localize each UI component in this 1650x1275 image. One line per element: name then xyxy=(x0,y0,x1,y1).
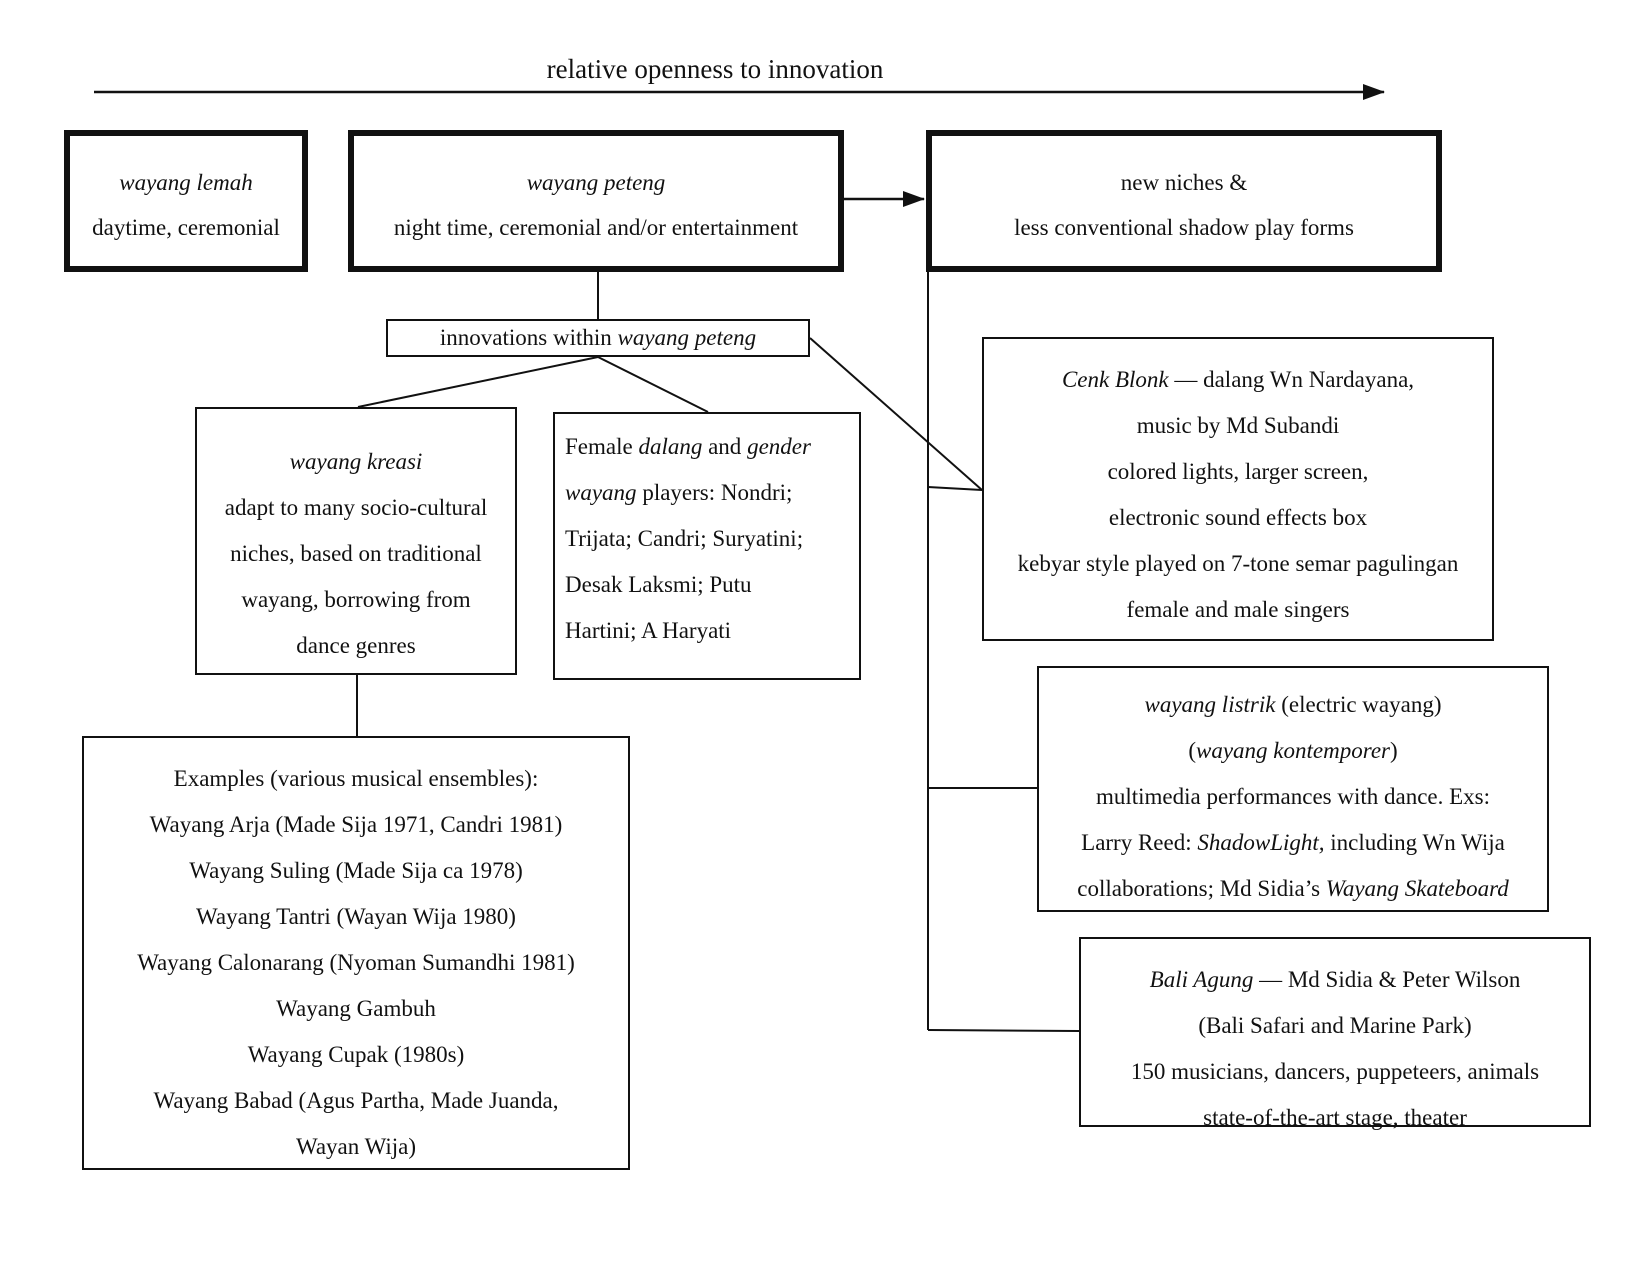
node-text: — Md Sidia & Peter Wilson xyxy=(1253,967,1521,992)
example-item: Wayang Tantri (Wayan Wija 1980) xyxy=(196,904,516,929)
node-line: female and male singers xyxy=(1126,597,1350,622)
node-text: innovations within xyxy=(439,325,618,350)
node-text: players: Nondri; xyxy=(636,480,793,505)
example-item: Wayang Gambuh xyxy=(276,996,436,1021)
node-text-italic: wayang peteng xyxy=(617,325,757,350)
node-line: adapt to many socio-cultural xyxy=(224,495,488,520)
node-wayang-listrik: wayang listrik (electric wayang) (wayang… xyxy=(1037,666,1549,912)
node-line: dance genres xyxy=(296,633,416,658)
node-line: electronic sound effects box xyxy=(1108,505,1368,530)
node-title: wayang peteng xyxy=(526,170,666,195)
node-title: wayang kreasi xyxy=(289,449,423,474)
node-text: including Wn Wija xyxy=(1324,830,1505,855)
example-item: Wayan Wija) xyxy=(295,1134,417,1159)
node-line: 150 musicians, dancers, puppeteers, anim… xyxy=(1130,1059,1540,1084)
node-line: kebyar style played on 7-tone semar pagu… xyxy=(1017,551,1459,576)
node-text-italic: gender xyxy=(747,434,811,459)
node-line: wayang, borrowing from xyxy=(241,587,471,612)
node-examples: Examples (various musical ensembles): Wa… xyxy=(82,736,630,1170)
node-text: Female xyxy=(565,434,639,459)
example-item: Wayang Arja (Made Sija 1971, Candri 1981… xyxy=(149,812,563,837)
node-desc: night time, ceremonial and/or entertainm… xyxy=(393,215,799,240)
node-text-italic: wayang kontemporer xyxy=(1196,738,1390,763)
node-line: colored lights, larger screen, xyxy=(1107,459,1369,484)
node-wayang-kreasi: wayang kreasi adapt to many socio-cultur… xyxy=(195,407,517,675)
node-line: state-of-the-art stage, theater xyxy=(1203,1105,1467,1130)
node-line: less conventional shadow play forms xyxy=(1014,215,1354,240)
example-item: Wayang Suling (Made Sija ca 1978) xyxy=(189,858,523,883)
node-female-dalang: Female dalang and gender wayang players:… xyxy=(553,412,861,680)
node-title: Cenk Blonk xyxy=(1061,367,1169,392)
edge-niches-to-bali xyxy=(927,1029,1080,1032)
node-text: Larry Reed: xyxy=(1081,830,1198,855)
axis-label: relative openness to innovation xyxy=(546,54,884,84)
node-new-niches: new niches & less conventional shadow pl… xyxy=(926,130,1442,272)
node-line: Hartini; A Haryati xyxy=(565,618,732,643)
node-title: wayang lemah xyxy=(119,170,253,195)
node-wayang-peteng: wayang peteng night time, ceremonial and… xyxy=(348,130,844,272)
node-text: ) xyxy=(1389,738,1398,763)
example-item: Wayang Calonarang (Nyoman Sumandhi 1981) xyxy=(137,950,575,975)
node-bali-agung: Bali Agung — Md Sidia & Peter Wilson (Ba… xyxy=(1079,937,1591,1130)
node-title: Bali Agung xyxy=(1149,967,1254,992)
node-line: niches, based on traditional xyxy=(230,541,482,566)
node-text: (electric wayang) xyxy=(1275,692,1442,717)
node-text-italic: Wayang Skateboard xyxy=(1325,876,1509,901)
node-text: — dalang Wn Nardayana, xyxy=(1168,367,1415,392)
node-text: ( xyxy=(1188,738,1196,763)
node-line: Desak Laksmi; Putu xyxy=(565,572,752,597)
edge-niches-to-cenk xyxy=(927,486,983,491)
node-line: (Bali Safari and Marine Park) xyxy=(1198,1013,1472,1038)
node-line: Trijata; Candri; Suryatini; xyxy=(565,526,804,551)
node-cenk-blonk: Cenk Blonk — dalang Wn Nardayana, music … xyxy=(982,337,1494,641)
edge-innovations-to-kreasi xyxy=(357,356,599,408)
node-innovations-within-peteng: innovations within wayang peteng xyxy=(386,319,810,357)
edge-innovations-to-female xyxy=(597,356,709,413)
node-text: and xyxy=(702,434,748,459)
example-item: Wayang Babad (Agus Partha, Made Juanda, xyxy=(153,1088,559,1113)
node-title: wayang listrik xyxy=(1144,692,1276,717)
node-wayang-lemah: wayang lemah daytime, ceremonial xyxy=(64,130,308,272)
node-line: multimedia performances with dance. Exs: xyxy=(1095,784,1491,809)
node-heading: Examples (various musical ensembles): xyxy=(173,766,539,791)
example-item: Wayang Cupak (1980s) xyxy=(247,1042,465,1067)
node-text-italic: wayang xyxy=(565,480,637,505)
node-line: music by Md Subandi xyxy=(1136,413,1340,438)
node-text-italic: ShadowLight, xyxy=(1197,830,1325,855)
node-text: collaborations; Md Sidia’s xyxy=(1077,876,1326,901)
node-text-italic: dalang xyxy=(638,434,703,459)
node-line: new niches & xyxy=(1120,170,1248,195)
node-desc: daytime, ceremonial xyxy=(92,215,280,240)
